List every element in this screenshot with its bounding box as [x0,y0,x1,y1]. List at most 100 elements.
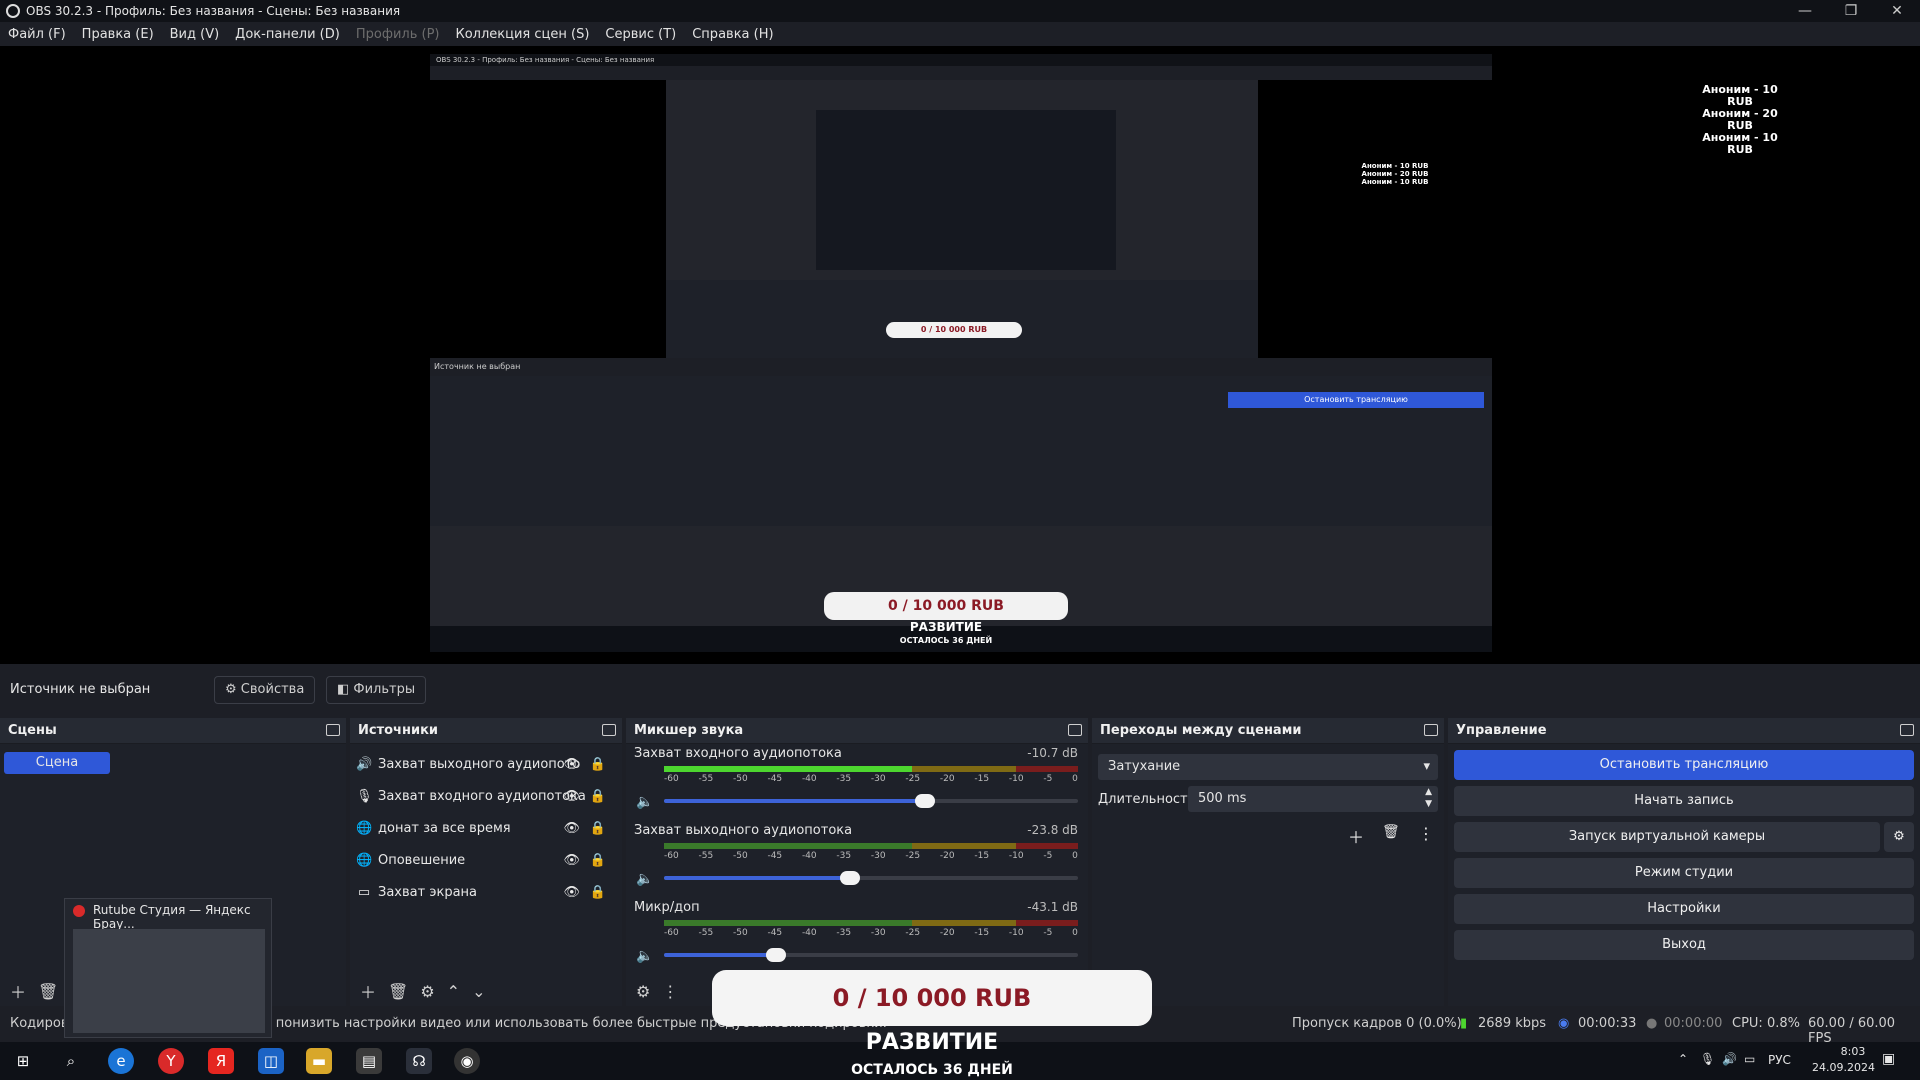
controls-dock: Управление Остановить трансляцию Начать … [1448,718,1920,1006]
eye-icon[interactable]: 👁 [563,821,580,836]
mute-speaker-icon[interactable]: 🔈 [636,948,653,964]
maximize-button[interactable]: ❐ [1828,0,1874,22]
lock-icon[interactable]: 🔒 [590,789,606,804]
undock-icon[interactable] [1068,724,1082,736]
eye-icon[interactable]: 👁 [563,853,580,868]
remove-transition-icon[interactable]: 🗑 [1382,824,1400,840]
volume-tray-icon[interactable]: 🔊 [1722,1052,1737,1066]
tray-chevron-icon[interactable]: ⌃ [1678,1052,1688,1066]
source-row[interactable]: 🔊 Захват выходного аудиопото 👁 🔒 [350,748,622,780]
nested-goal-large: 0 / 10 000 RUB [824,592,1068,620]
network-tray-icon[interactable]: ▭ [1744,1052,1755,1066]
app-window-icon[interactable]: ▤ [356,1048,382,1074]
add-transition-icon[interactable]: ＋ [1348,824,1364,848]
undock-icon[interactable] [1900,724,1914,736]
search-icon[interactable]: ⌕ [58,1048,84,1074]
sources-list: 🔊 Захват выходного аудиопото 👁 🔒 🎙 Захват вх… [350,744,622,1006]
clock-time[interactable]: 8:03 [1830,1045,1876,1058]
transition-menu-icon[interactable]: ⋮ [1418,824,1434,843]
preview-canvas[interactable]: OBS 30.2.3 - Профиль: Без названия - Сце… [430,54,1492,652]
source-row[interactable]: 🌐 донат за все время 👁 🔒 [350,812,622,844]
preview-area[interactable]: OBS 30.2.3 - Профиль: Без названия - Сце… [0,46,1920,664]
transition-select[interactable]: Затухание ▾ [1098,754,1438,780]
move-up-icon[interactable]: ⌃ [447,982,460,1001]
undock-icon[interactable] [602,724,616,736]
thumbnail-preview [73,929,265,1033]
yandex-browser-icon[interactable]: Y [158,1048,184,1074]
yandex-icon[interactable]: Я [208,1048,234,1074]
obs-taskbar-icon[interactable]: ◉ [454,1048,480,1074]
menu-file[interactable]: Файл (F) [0,27,74,42]
remove-scene-icon[interactable]: 🗑 [38,982,58,1001]
sources-header: Источники [350,718,622,744]
undock-icon[interactable] [326,724,340,736]
language-indicator[interactable]: РУС [1768,1053,1791,1067]
volume-slider[interactable] [664,871,1078,885]
lock-icon[interactable]: 🔒 [590,853,606,868]
undock-icon[interactable] [1424,724,1438,736]
source-row[interactable]: ▭ Захват экрана 👁 🔒 [350,876,622,908]
duration-field[interactable]: 500 ms ▲ ▼ [1188,786,1438,812]
source-row[interactable]: 🌐 Оповешение 👁 🔒 [350,844,622,876]
eye-icon[interactable]: 👁 [563,885,580,900]
donation-goal-bar: 0 / 10 000 RUB [712,970,1152,1026]
start-virtual-camera-button[interactable]: Запуск виртуальной камеры [1454,822,1880,852]
start-recording-button[interactable]: Начать запись [1454,786,1914,816]
tick-label: -45 [767,851,783,861]
properties-button[interactable]: ⚙ Свойства [214,676,316,704]
mute-speaker-icon[interactable]: 🔈 [636,871,653,887]
studio-mode-button[interactable]: Режим студии [1454,858,1914,888]
menu-edit[interactable]: Правка (E) [74,27,162,42]
taskbar-thumbnail[interactable]: Rutube Студия — Яндекс Брау... [64,898,272,1038]
menu-profile[interactable]: Профиль (P) [348,27,448,42]
add-scene-icon[interactable]: ＋ [10,979,26,1003]
edge-icon[interactable]: e [108,1048,134,1074]
move-down-icon[interactable]: ⌄ [472,982,485,1001]
add-source-icon[interactable]: ＋ [360,979,376,1003]
properties-label: Свойства [240,682,305,697]
mute-speaker-icon[interactable]: 🔈 [636,794,653,810]
headset-icon[interactable]: ☊ [406,1048,432,1074]
donation-list: Аноним - 10 RUB Аноним - 20 RUB Аноним -… [1690,84,1790,156]
notifications-icon[interactable]: ▣ [1882,1051,1895,1067]
filters-button[interactable]: ◧ Фильтры [326,676,427,704]
explorer-icon[interactable]: ▬ [306,1048,332,1074]
menu-tools[interactable]: Сервис (T) [597,27,684,42]
filters-label: Фильтры [353,682,416,697]
source-properties-icon[interactable]: ⚙ [420,982,434,1001]
volume-slider[interactable] [664,794,1078,808]
mixer-menu-icon[interactable]: ⋮ [662,982,678,1001]
nested-donation: Аноним - 20 RUB [1361,170,1429,178]
spinner-icon[interactable]: ▲ ▼ [1425,786,1432,810]
lock-icon[interactable]: 🔒 [590,821,606,836]
close-button[interactable]: ✕ [1874,0,1920,22]
mixer-settings-icon[interactable]: ⚙ [636,982,650,1001]
menu-scene-collection[interactable]: Коллекция сцен (S) [447,27,597,42]
app-icon[interactable]: ◫ [258,1048,284,1074]
eye-icon[interactable]: 👁 [563,757,580,772]
menu-docks[interactable]: Док-панели (D) [227,27,348,42]
volume-slider[interactable] [664,948,1078,962]
cpu-usage: CPU: 0.8% [1732,1016,1800,1031]
nested-canvas: 0 / 10 000 RUB [666,80,1258,358]
nested-goal: 0 / 10 000 RUB [886,322,1022,338]
menu-view[interactable]: Вид (V) [162,27,228,42]
scene-item[interactable]: Сцена [4,752,110,774]
settings-button[interactable]: Настройки [1454,894,1914,924]
menu-help[interactable]: Справка (H) [684,27,781,42]
source-row[interactable]: 🎙 Захват входного аудиопотока 👁 🔒 [350,780,622,812]
exit-button[interactable]: Выход [1454,930,1914,960]
eye-icon[interactable]: 👁 [563,789,580,804]
tick-label: -5 [1043,774,1053,784]
stop-streaming-button[interactable]: Остановить трансляцию [1454,750,1914,780]
controls-header: Управление [1448,718,1920,744]
clock-date[interactable]: 24.09.2024 [1812,1061,1875,1074]
mic-tray-icon[interactable]: 🎙 [1700,1052,1715,1066]
lock-icon[interactable]: 🔒 [590,757,606,772]
remove-source-icon[interactable]: 🗑 [388,982,408,1001]
lock-icon[interactable]: 🔒 [590,885,606,900]
start-icon[interactable]: ⊞ [10,1048,36,1074]
audio-mixer-dock: Микшер звука Захват входного аудиопотока… [626,718,1088,1006]
virtual-camera-settings-button[interactable]: ⚙ [1884,822,1914,852]
minimize-button[interactable]: — [1782,0,1828,22]
